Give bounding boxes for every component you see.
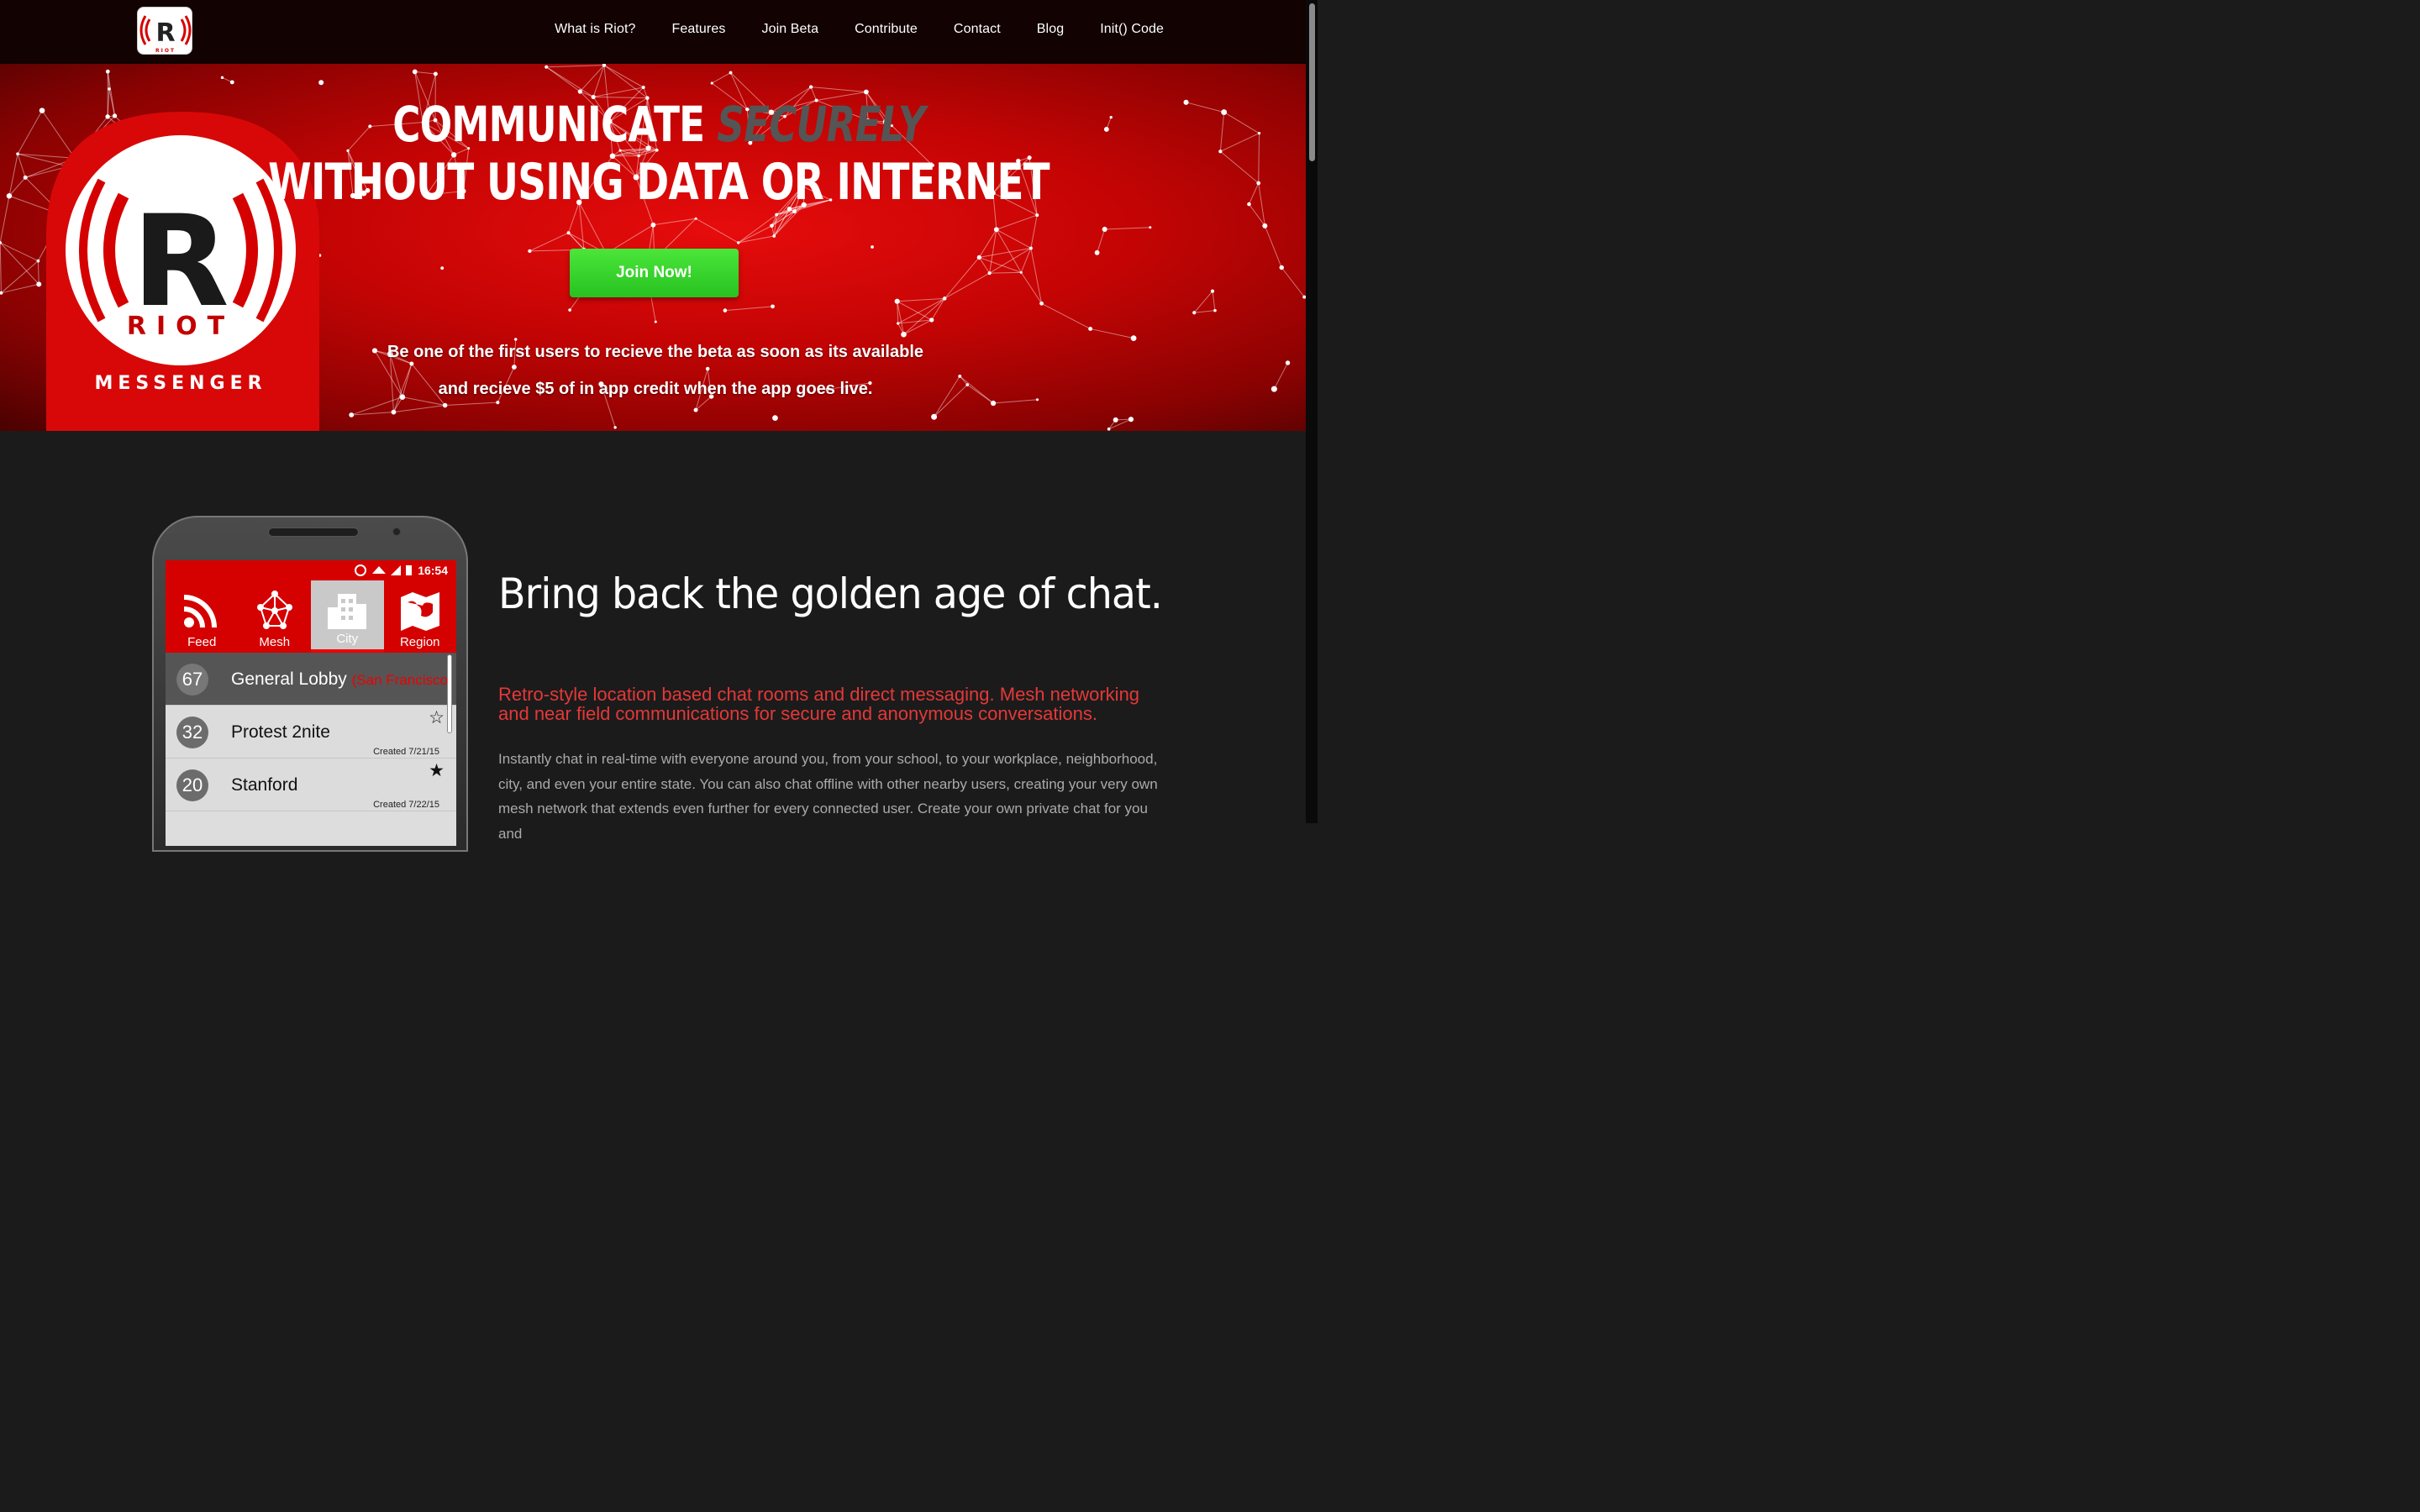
room-name: General Lobby (San Francisco) [231, 669, 453, 689]
page-scrollbar-thumb[interactable] [1309, 3, 1315, 161]
phone-camera [392, 528, 401, 536]
hero-banner: R RIOT MESSENGER COMMUNICATE SECURELY WI… [0, 64, 1318, 431]
room-name: Stanford [231, 775, 298, 795]
mesh-network-icon [256, 591, 292, 629]
svg-text:RIOT: RIOT [155, 48, 176, 54]
list-scrollbar[interactable] [447, 654, 452, 733]
room-created-date: Created 7/21/15 [373, 747, 439, 757]
section-body-text: Instantly chat in real-time with everyon… [498, 751, 1158, 842]
nav-link-blog[interactable]: Blog [1037, 22, 1064, 37]
chat-room-list: 67 General Lobby (San Francisco) 32 Prot… [166, 653, 456, 811]
tab-feed[interactable]: Feed [166, 580, 239, 653]
favorite-star-icon[interactable]: ★ [429, 760, 445, 781]
svg-text:RIOT: RIOT [127, 312, 234, 341]
nav-link-join-beta[interactable]: Join Beta [761, 22, 818, 37]
nav-link-contact[interactable]: Contact [954, 22, 1001, 37]
join-now-button[interactable]: Join Now! [570, 249, 739, 297]
status-icons [355, 564, 412, 576]
room-name: Protest 2nite [231, 722, 330, 742]
tab-region[interactable]: Region [384, 580, 457, 653]
hero-title-line1: COMMUNICATE SECURELY [392, 96, 925, 153]
list-item[interactable]: 32 Protest 2nite ☆ Created 7/21/15 [166, 706, 456, 759]
hero-subtitle-line1: Be one of the first users to recieve the… [387, 343, 923, 361]
tab-city[interactable]: City [311, 580, 384, 653]
section-lead-text: Retro-style location based chat rooms an… [498, 684, 1140, 724]
riot-logo-icon: R RIOT [139, 15, 192, 54]
hero-title-accent: SECURELY [717, 96, 925, 153]
list-item[interactable]: 20 Stanford ★ Created 7/22/15 [166, 759, 456, 811]
top-navbar: R RIOT What is Riot? Features Join Beta … [0, 0, 1318, 64]
nav-link-init-code[interactable]: Init() Code [1100, 22, 1164, 37]
list-item[interactable]: 67 General Lobby (San Francisco) [166, 653, 456, 706]
svg-text:R: R [155, 18, 175, 48]
main-nav: What is Riot? Features Join Beta Contrib… [555, 22, 1164, 37]
room-tabs: Feed Mesh City Region [166, 580, 456, 653]
city-building-icon [328, 594, 366, 629]
status-time: 16:54 [418, 564, 448, 577]
room-user-count: 32 [176, 717, 208, 748]
tab-mesh[interactable]: Mesh [239, 580, 312, 653]
page-scrollbar[interactable] [1306, 0, 1318, 823]
rss-feed-icon [183, 595, 217, 628]
phone-speaker [268, 528, 359, 537]
region-map-icon [400, 592, 439, 631]
nav-link-features[interactable]: Features [672, 22, 726, 37]
nav-link-what-is-riot[interactable]: What is Riot? [555, 22, 635, 37]
room-user-count: 20 [176, 769, 208, 801]
svg-text:MESSENGER: MESSENGER [94, 373, 266, 394]
room-user-count: 67 [176, 664, 208, 696]
hero-subtitle-line2: and recieve $5 of in app credit when the… [438, 380, 873, 398]
section-heading: Bring back the golden age of chat. [498, 570, 1163, 618]
status-bar: 16:54 [166, 560, 456, 580]
riot-logo[interactable]: R RIOT [137, 7, 192, 55]
hero-title-line2: WITHOUT USING DATA OR INTERNET [268, 153, 1050, 212]
phone-mockup: 16:54 Feed Mesh City Region 67 General L… [152, 516, 468, 852]
room-location: (San Francisco) [351, 672, 453, 688]
nav-link-contribute[interactable]: Contribute [855, 22, 918, 37]
favorite-star-icon[interactable]: ☆ [429, 707, 445, 728]
phone-screen: 16:54 Feed Mesh City Region 67 General L… [166, 560, 456, 846]
room-created-date: Created 7/22/15 [373, 800, 439, 810]
